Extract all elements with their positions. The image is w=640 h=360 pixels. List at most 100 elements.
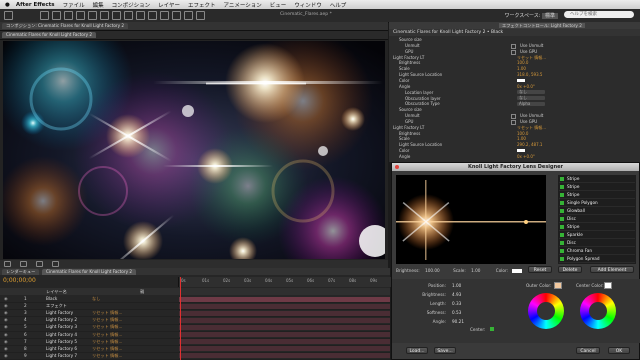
effect-row[interactable]: Source size	[389, 107, 640, 112]
visibility-icon[interactable]: ◉	[4, 332, 8, 338]
layer-parent[interactable]: リセット 情報...	[92, 332, 122, 338]
close-window-icon[interactable]	[4, 11, 13, 20]
cancel-button[interactable]: Cancel	[576, 347, 600, 354]
element-enabled-checkbox[interactable]	[560, 208, 564, 213]
menu-window[interactable]: ウィンドウ	[294, 1, 322, 9]
hand-tool-icon[interactable]	[52, 11, 61, 20]
composition-viewer[interactable]	[3, 41, 385, 259]
channel-icon[interactable]	[52, 261, 59, 267]
lens-element-item[interactable]: Disc	[559, 239, 635, 248]
effect-dropdown[interactable]: Alpha	[517, 101, 545, 106]
center-color-wheel[interactable]	[580, 293, 616, 329]
flare-preview[interactable]	[396, 175, 546, 264]
effect-row[interactable]: Angle 0x +0.0°	[389, 154, 640, 159]
grid-icon[interactable]	[20, 261, 27, 267]
effect-row[interactable]: GPU Use GPU	[389, 49, 640, 55]
effect-row[interactable]: GPU Use GPU	[389, 119, 640, 125]
element-enabled-checkbox[interactable]	[560, 176, 564, 181]
element-enabled-checkbox[interactable]	[560, 232, 564, 237]
layer-parent[interactable]: リセット 情報...	[92, 339, 122, 345]
effect-param-value[interactable]: 318.0, 593.5	[517, 72, 542, 77]
lens-element-item[interactable]: Disc	[559, 215, 635, 224]
layer-duration-bar[interactable]	[179, 353, 390, 359]
property-value[interactable]: 0.53	[452, 310, 461, 315]
effect-param-value[interactable]: 0x +0.0°	[517, 154, 535, 159]
layer-duration-bar[interactable]	[179, 324, 390, 330]
scale-value[interactable]: 1.00	[471, 268, 480, 273]
visibility-icon[interactable]: ◉	[4, 353, 8, 359]
brightness-value[interactable]: 100.00	[425, 268, 440, 273]
tab-composition[interactable]: コンポジション: Cinematic Flares for Knoll Ligh…	[2, 23, 129, 29]
element-enabled-checkbox[interactable]	[560, 200, 564, 205]
layer-name[interactable]: Light Factory	[46, 310, 73, 316]
magnification-icon[interactable]	[4, 261, 11, 267]
layer-name[interactable]: Light Factory 5	[46, 339, 77, 345]
layer-parent[interactable]: リセット 情報...	[92, 317, 122, 323]
visibility-icon[interactable]: ◉	[4, 296, 8, 302]
delete-button[interactable]: Delete	[558, 266, 582, 273]
effect-row[interactable]: Light Source Location 318.0, 593.5	[389, 72, 640, 77]
menu-view[interactable]: ビュー	[270, 1, 287, 9]
tab-render-queue[interactable]: レンダーキュー	[2, 269, 40, 275]
property-value[interactable]: 90.21	[452, 319, 464, 324]
effect-row[interactable]: Light Factory LT リセット 情報...	[389, 125, 640, 130]
effect-row[interactable]: Light Factory LT リセット 情報...	[389, 55, 640, 60]
brush-tool-icon[interactable]	[148, 11, 157, 20]
menu-help[interactable]: ヘルプ	[330, 1, 347, 9]
effect-row[interactable]: Obscuration layer なし	[389, 96, 640, 101]
effect-row[interactable]: Color	[389, 148, 640, 153]
effect-row[interactable]: Unmult Use Unmult	[389, 113, 640, 120]
effect-row[interactable]: Location layer なし	[389, 90, 640, 95]
element-enabled-checkbox[interactable]	[560, 240, 564, 245]
element-enabled-checkbox[interactable]	[560, 216, 564, 221]
property-value[interactable]: 0.33	[452, 301, 461, 306]
effect-param-value[interactable]: 100.0	[517, 60, 528, 65]
layer-parent[interactable]: リセット 情報...	[92, 310, 122, 316]
layer-name[interactable]: Light Factory 2	[46, 317, 77, 323]
property-value[interactable]: 4.93	[452, 292, 461, 297]
timecode-display[interactable]: 0;00;00;00	[3, 277, 36, 284]
reset-button[interactable]: Reset	[528, 266, 552, 273]
roto-brush-tool-icon[interactable]	[184, 11, 193, 20]
visibility-icon[interactable]: ◉	[4, 303, 8, 309]
lens-element-item[interactable]: Stripe	[559, 223, 635, 232]
time-ruler[interactable]: 0s 01s 02s 03s 04s 05s 06s 07s 08s 09s	[178, 277, 391, 287]
center-color-swatch[interactable]	[604, 282, 612, 289]
layer-parent[interactable]: リセット 情報...	[92, 353, 122, 359]
tab-comp-name[interactable]: Cinematic Flares for Knoll Light Factory…	[2, 32, 97, 38]
tab-timeline-comp[interactable]: Cinematic Flares for Knoll Light Factory…	[42, 269, 137, 275]
ok-button[interactable]: OK	[608, 347, 630, 354]
layer-duration-bar[interactable]	[179, 317, 390, 323]
layer-name[interactable]: Light Factory 3	[46, 324, 77, 330]
visibility-icon[interactable]: ◉	[4, 339, 8, 345]
effect-row[interactable]: Source size	[389, 37, 640, 42]
menu-layer[interactable]: レイヤー	[158, 1, 180, 9]
lens-element-item[interactable]: Stripe	[559, 191, 635, 200]
menu-effect[interactable]: エフェクト	[188, 1, 216, 9]
lens-element-item[interactable]: Stripe	[559, 175, 635, 184]
lens-element-item[interactable]: Glowball	[559, 207, 635, 216]
element-list[interactable]: Stripe Stripe Stripe Single Polygon Glowball…	[558, 175, 636, 264]
effect-row[interactable]: Scale 1.00	[389, 136, 640, 141]
outer-color-swatch[interactable]	[554, 282, 562, 289]
puppet-tool-icon[interactable]	[196, 11, 205, 20]
rotate-tool-icon[interactable]	[76, 11, 85, 20]
eraser-tool-icon[interactable]	[172, 11, 181, 20]
layer-name[interactable]: Light Factory 4	[46, 332, 77, 338]
layer-duration-bar[interactable]	[179, 339, 390, 345]
visibility-icon[interactable]: ◉	[4, 346, 8, 352]
save-button[interactable]: Save...	[434, 347, 456, 354]
effect-dropdown[interactable]: なし	[517, 96, 545, 100]
effect-param-value[interactable]: 100.0	[517, 131, 528, 136]
effect-row[interactable]: Color	[389, 78, 640, 83]
effect-param-value[interactable]: リセット 情報...	[517, 55, 546, 60]
layer-row[interactable]: ◉ 9 Light Factory 7 リセット 情報...	[0, 353, 390, 360]
effect-param-value[interactable]: 290.2, 487.1	[517, 142, 542, 147]
layer-name[interactable]: Light Factory 7	[46, 353, 77, 359]
camera-tool-icon[interactable]	[88, 11, 97, 20]
lens-element-item[interactable]: Polygon Spread	[559, 255, 635, 264]
layer-duration-bar[interactable]	[179, 346, 390, 352]
text-tool-icon[interactable]	[136, 11, 145, 20]
zoom-tool-icon[interactable]	[64, 11, 73, 20]
layer-parent[interactable]: なし	[92, 296, 100, 302]
